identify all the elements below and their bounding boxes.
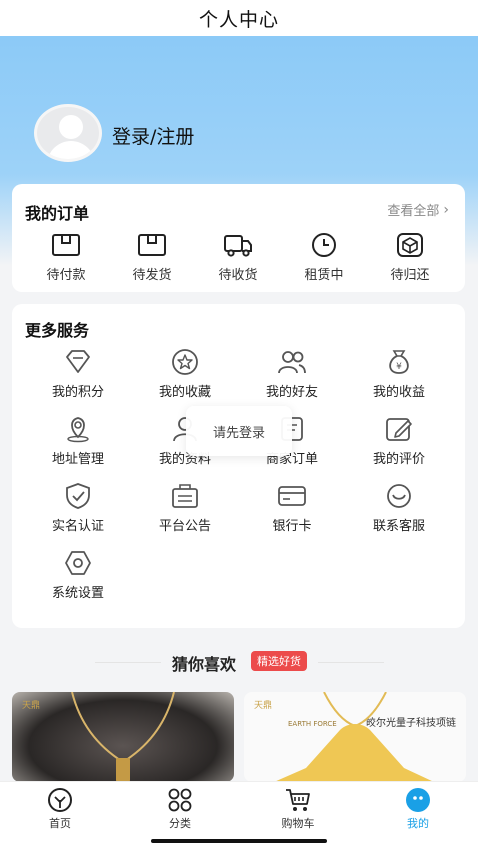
recommend-badge: 精选好货 [251,651,307,671]
order-item-label: 待发货 [132,268,172,283]
service-label: 银行卡 [272,519,312,534]
star-icon [172,349,198,375]
service-label: 系统设置 [51,586,104,601]
tab-label: 我的 [407,817,429,830]
avatar[interactable] [34,104,102,162]
order-status-row: 待付款 待发货 待收货 租赁中 待归还 [12,232,465,286]
recommend-title: 猜你喜欢 [172,655,237,674]
package-return-icon [397,233,423,257]
me-icon [406,788,430,812]
view-all-orders-link[interactable]: 查看全部 › [387,200,449,220]
service-label: 我的收藏 [158,385,211,400]
tab-label: 首页 [49,817,71,830]
order-item-label: 租赁中 [304,268,344,283]
login-toast: 请先登录 [186,406,292,456]
product-card[interactable]: 天鼎 EARTH FORCE 皎尔光量子科技项链 [244,692,466,782]
order-pending-receipt[interactable]: 待收货 [198,232,278,283]
service-reviews[interactable]: 我的评价 [344,415,454,467]
service-real-name[interactable]: 实名认证 [23,482,133,534]
services-card: 更多服务 我的积分 我的收藏 我的好友 ¥ 我的收益 地址管理 我的资料 商家订… [12,304,465,628]
service-label: 我的评价 [372,452,425,467]
services-title: 更多服务 [25,321,90,340]
service-label: 实名认证 [51,519,104,534]
product-card[interactable]: 天鼎 [12,692,234,782]
clock-icon [312,233,336,257]
tab-label: 购物车 [281,817,315,830]
home-indicator-bar[interactable] [151,839,327,843]
tab-category[interactable]: 分类 [140,787,220,831]
box-icon [138,234,166,256]
service-customer-support[interactable]: 联系客服 [344,482,454,534]
order-pending-return[interactable]: 待归还 [370,232,450,283]
service-announcements[interactable]: 平台公告 [130,482,240,534]
service-label: 我的好友 [265,385,318,400]
divider [318,662,384,663]
divider [95,662,161,663]
tab-label: 分类 [169,817,191,830]
service-favorites[interactable]: 我的收藏 [130,348,240,400]
service-label: 地址管理 [51,452,104,467]
location-icon [67,417,89,443]
recommend-header: 猜你喜欢 精选好货 [0,650,478,674]
login-register-link[interactable]: 登录/注册 [112,122,194,149]
service-label: 我的收益 [372,385,425,400]
tab-home[interactable]: 首页 [20,787,100,831]
necklace-image [71,692,175,782]
home-icon [48,788,72,812]
service-settings[interactable]: 系统设置 [23,549,133,601]
service-label: 联系客服 [372,519,425,534]
service-address[interactable]: 地址管理 [23,415,133,467]
chevron-right-icon: › [443,201,449,218]
service-earnings[interactable]: ¥ 我的收益 [344,348,454,400]
avatar-head-icon [59,115,83,139]
bottom-tab-bar: 首页 分类 购物车 我的 [0,781,478,834]
wallet-icon [52,234,80,256]
grid-icon [168,788,192,812]
shield-check-icon [66,483,90,509]
truck-icon [224,235,252,257]
service-friends[interactable]: 我的好友 [237,348,347,400]
order-pending-shipment[interactable]: 待发货 [112,232,192,283]
tab-cart[interactable]: 购物车 [258,787,338,831]
edit-icon [386,418,412,441]
notice-board-icon [172,484,198,508]
tab-me[interactable]: 我的 [378,787,458,831]
smile-icon [387,484,411,508]
service-points[interactable]: 我的积分 [23,348,133,400]
avatar-body-icon [47,141,95,159]
cart-icon [286,789,310,811]
pendant-image [274,692,434,782]
svg-text:¥: ¥ [396,362,402,372]
orders-title: 我的订单 [25,204,90,223]
top-bar: 个人中心 [0,0,478,36]
order-pending-payment[interactable]: 待付款 [26,232,106,283]
bank-card-icon [278,486,306,506]
money-bag-icon: ¥ [389,350,409,374]
orders-card: 我的订单 查看全部 › 待付款 待发货 待收货 租赁中 待归还 [12,184,465,292]
home-indicator [0,834,478,850]
friends-icon [278,351,306,374]
order-item-label: 待归还 [390,268,430,283]
order-item-label: 待收货 [218,268,258,283]
order-renting[interactable]: 租赁中 [284,232,364,283]
service-label: 我的积分 [51,385,104,400]
view-all-label: 查看全部 [387,204,440,219]
settings-icon [65,551,91,575]
order-item-label: 待付款 [46,268,86,283]
diamond-icon [66,350,90,373]
service-bank-card[interactable]: 银行卡 [237,482,347,534]
page-title: 个人中心 [198,8,279,31]
service-label: 平台公告 [158,519,211,534]
